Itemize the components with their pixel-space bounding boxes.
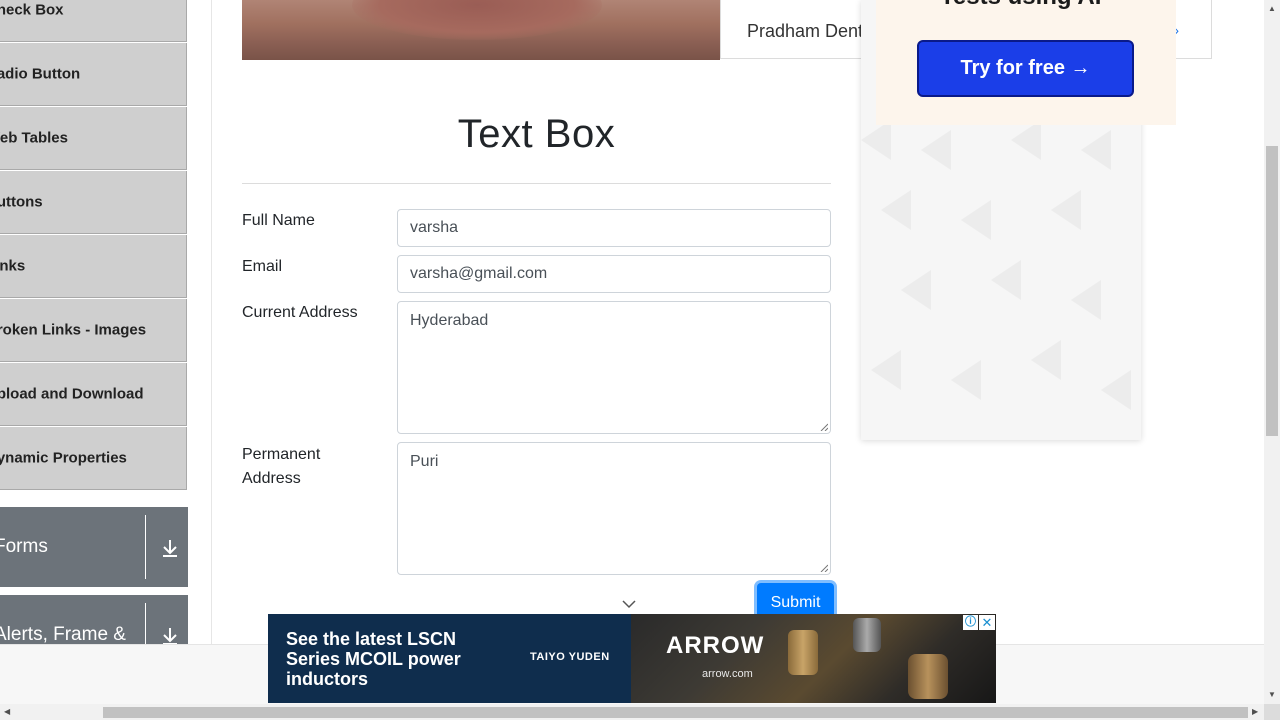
- full-name-label: Full Name: [242, 212, 315, 229]
- page-title: Text Box: [457, 112, 616, 156]
- email-input[interactable]: varsha@gmail.com: [397, 255, 831, 293]
- permanent-address-label-line1: Permanent: [242, 446, 321, 463]
- group-header-label: Forms: [0, 536, 48, 557]
- ad-bottom-brand: TAIYO YUDEN: [530, 651, 610, 663]
- hero-image-lips: [352, 0, 602, 40]
- sidebar-item-label: Web Tables: [0, 129, 68, 147]
- title-divider: [242, 183, 831, 184]
- horizontal-scrollbar[interactable]: ◀ ▶: [0, 704, 1264, 720]
- group-header-divider: [145, 603, 146, 644]
- close-ad-icon[interactable]: ✕: [979, 615, 995, 630]
- group-header-label: Alerts, Frame &: [0, 624, 126, 644]
- ad-headline: Tests using AI: [940, 0, 1101, 11]
- sidebar-item-upload-download[interactable]: Upload and Download: [0, 363, 187, 426]
- horizontal-scroll-thumb[interactable]: [103, 707, 1248, 718]
- content-divider: [211, 0, 212, 644]
- sidebar-item-label: Check Box: [0, 1, 64, 19]
- download-icon[interactable]: [160, 537, 180, 559]
- scroll-up-icon[interactable]: ▲: [1268, 4, 1276, 13]
- current-address-textarea[interactable]: Hyderabad: [397, 301, 831, 434]
- sidebar-item-label: Broken Links - Images: [0, 321, 147, 339]
- sidebar-item-label: Links: [0, 257, 26, 275]
- permanent-address-value: Puri: [410, 453, 439, 470]
- full-name-input[interactable]: varsha: [397, 209, 831, 247]
- scroll-left-icon[interactable]: ◀: [4, 707, 10, 716]
- permanent-address-label: Permanent Address: [242, 443, 320, 491]
- ad-capacitor-image: [908, 654, 948, 699]
- sidebar-item-label: Buttons: [0, 193, 43, 211]
- sidebar-item-label: Radio Button: [0, 65, 81, 83]
- sidebar-item-radio-button[interactable]: Radio Button: [0, 43, 187, 106]
- ad-bottom-banner[interactable]: See the latest LSCN Series MCOIL power i…: [268, 614, 996, 703]
- download-icon[interactable]: [160, 625, 180, 644]
- vertical-scroll-thumb[interactable]: [1266, 146, 1278, 436]
- permanent-address-label-line2: Address: [242, 470, 301, 487]
- ad-url: arrow.com: [702, 668, 753, 680]
- scroll-right-icon[interactable]: ▶: [1252, 707, 1258, 716]
- scroll-down-icon[interactable]: ▼: [1268, 690, 1276, 699]
- ad-top-panel[interactable]: Tests using AI Try for free →: [876, 0, 1176, 125]
- group-header-divider: [145, 515, 146, 579]
- sidebar-item-buttons[interactable]: Buttons: [0, 171, 187, 234]
- permanent-address-textarea[interactable]: Puri: [397, 442, 831, 575]
- ad-bottom-text: See the latest LSCN Series MCOIL power i…: [286, 629, 461, 689]
- adchoices-icon[interactable]: ⓘ: [963, 615, 978, 630]
- resize-handle-icon[interactable]: [820, 423, 828, 431]
- chevron-down-icon[interactable]: [622, 599, 636, 609]
- vertical-scrollbar[interactable]: ▲ ▼: [1264, 0, 1280, 704]
- ad-arrow-logo: ARROW: [666, 632, 765, 659]
- resize-handle-icon[interactable]: [820, 564, 828, 572]
- hero-image: [242, 0, 720, 60]
- current-address-value: Hyderabad: [410, 312, 489, 329]
- sidebar-item-web-tables[interactable]: Web Tables: [0, 107, 187, 170]
- sidebar-item-dynamic-properties[interactable]: Dynamic Properties: [0, 427, 187, 490]
- sidebar-item-check-box[interactable]: Check Box: [0, 0, 187, 42]
- hero-card-title: Pradham Dent: [747, 21, 864, 41]
- ad-capacitor-image: [853, 618, 881, 652]
- sidebar-item-label: Upload and Download: [0, 385, 144, 403]
- email-label: Email: [242, 258, 283, 275]
- sidebar-item-broken-links[interactable]: Broken Links - Images: [0, 299, 187, 362]
- current-address-label: Current Address: [242, 304, 358, 321]
- scrollbar-corner: [1264, 704, 1280, 720]
- sidebar-item-label: Dynamic Properties: [0, 449, 127, 467]
- ad-capacitor-image: [788, 630, 818, 675]
- sidebar-item-links[interactable]: Links: [0, 235, 187, 298]
- group-header-alerts[interactable]: Alerts, Frame &: [0, 595, 188, 644]
- group-header-forms[interactable]: Forms: [0, 507, 188, 587]
- try-for-free-button[interactable]: Try for free →: [917, 40, 1134, 97]
- sidebar: Check Box Radio Button Web Tables Button…: [0, 0, 188, 644]
